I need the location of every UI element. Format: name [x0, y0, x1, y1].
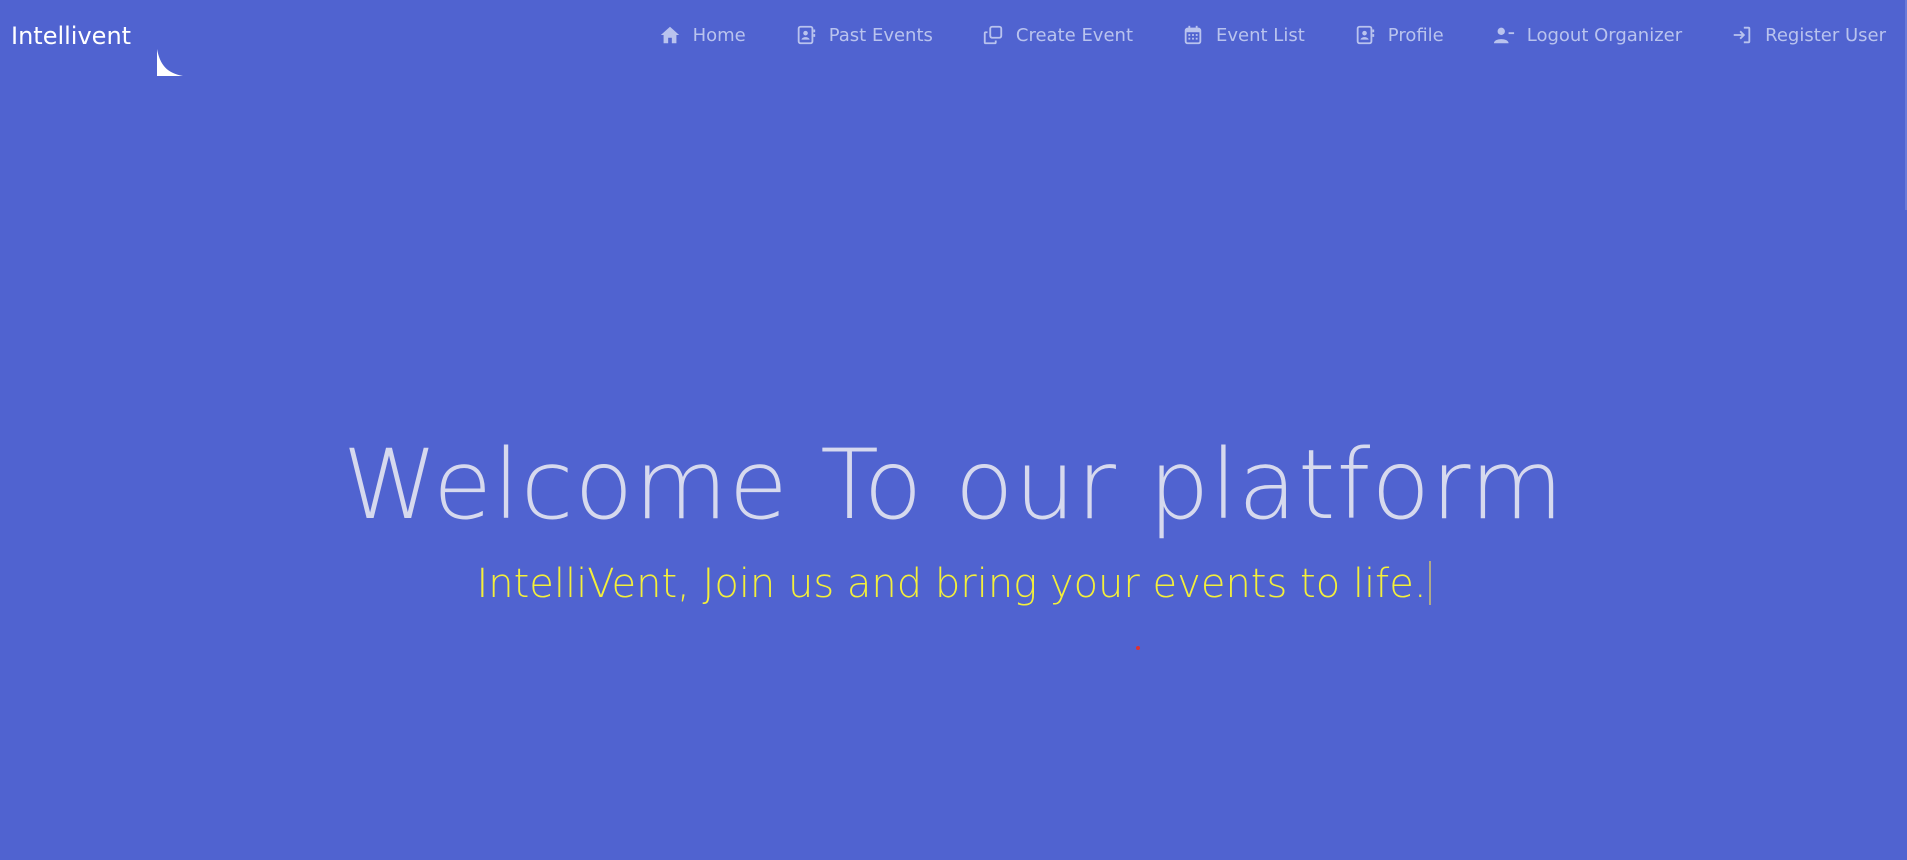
typing-caret [1428, 561, 1431, 605]
nav-event-list[interactable]: Event List [1182, 24, 1305, 46]
nav-logout-organizer-label: Logout Organizer [1526, 24, 1683, 46]
nav-register-user[interactable]: Register User [1731, 24, 1886, 46]
nav-register-user-label: Register User [1765, 24, 1886, 46]
nav-logout-organizer[interactable]: Logout Organizer [1493, 24, 1682, 46]
contact-card-icon [1354, 24, 1376, 46]
contact-card-icon [795, 24, 817, 46]
nav-profile-label: Profile [1387, 24, 1444, 46]
nav-home[interactable]: Home [659, 24, 746, 46]
hero-subtitle: IntelliVent, Join us and bring your even… [476, 561, 1427, 607]
main-nav: Home Past Events Create Event Event List… [659, 24, 1886, 46]
nav-profile[interactable]: Profile [1354, 24, 1444, 46]
nav-create-event-label: Create Event [1015, 24, 1134, 46]
red-dot-marker [1136, 646, 1140, 650]
nav-create-event[interactable]: Create Event [982, 24, 1133, 46]
nav-past-events-label: Past Events [828, 24, 933, 46]
nav-past-events[interactable]: Past Events [795, 24, 933, 46]
page: Intellivent Home Past Events Create Even… [0, 0, 1907, 860]
nav-home-label: Home [692, 24, 746, 46]
brand-logo-link[interactable]: Intellivent [11, 22, 131, 50]
nav-event-list-label: Event List [1216, 24, 1305, 46]
hero-subtitle-line: IntelliVent, Join us and bring your even… [0, 558, 1907, 610]
decorative-curve-shape [157, 49, 183, 76]
hero-title: Welcome To our platform [342, 429, 1565, 541]
sign-in-icon [1731, 24, 1753, 46]
calendar-icon [1182, 24, 1204, 46]
user-minus-icon [1493, 24, 1515, 46]
copy-icon [982, 24, 1004, 46]
home-icon [659, 24, 681, 46]
